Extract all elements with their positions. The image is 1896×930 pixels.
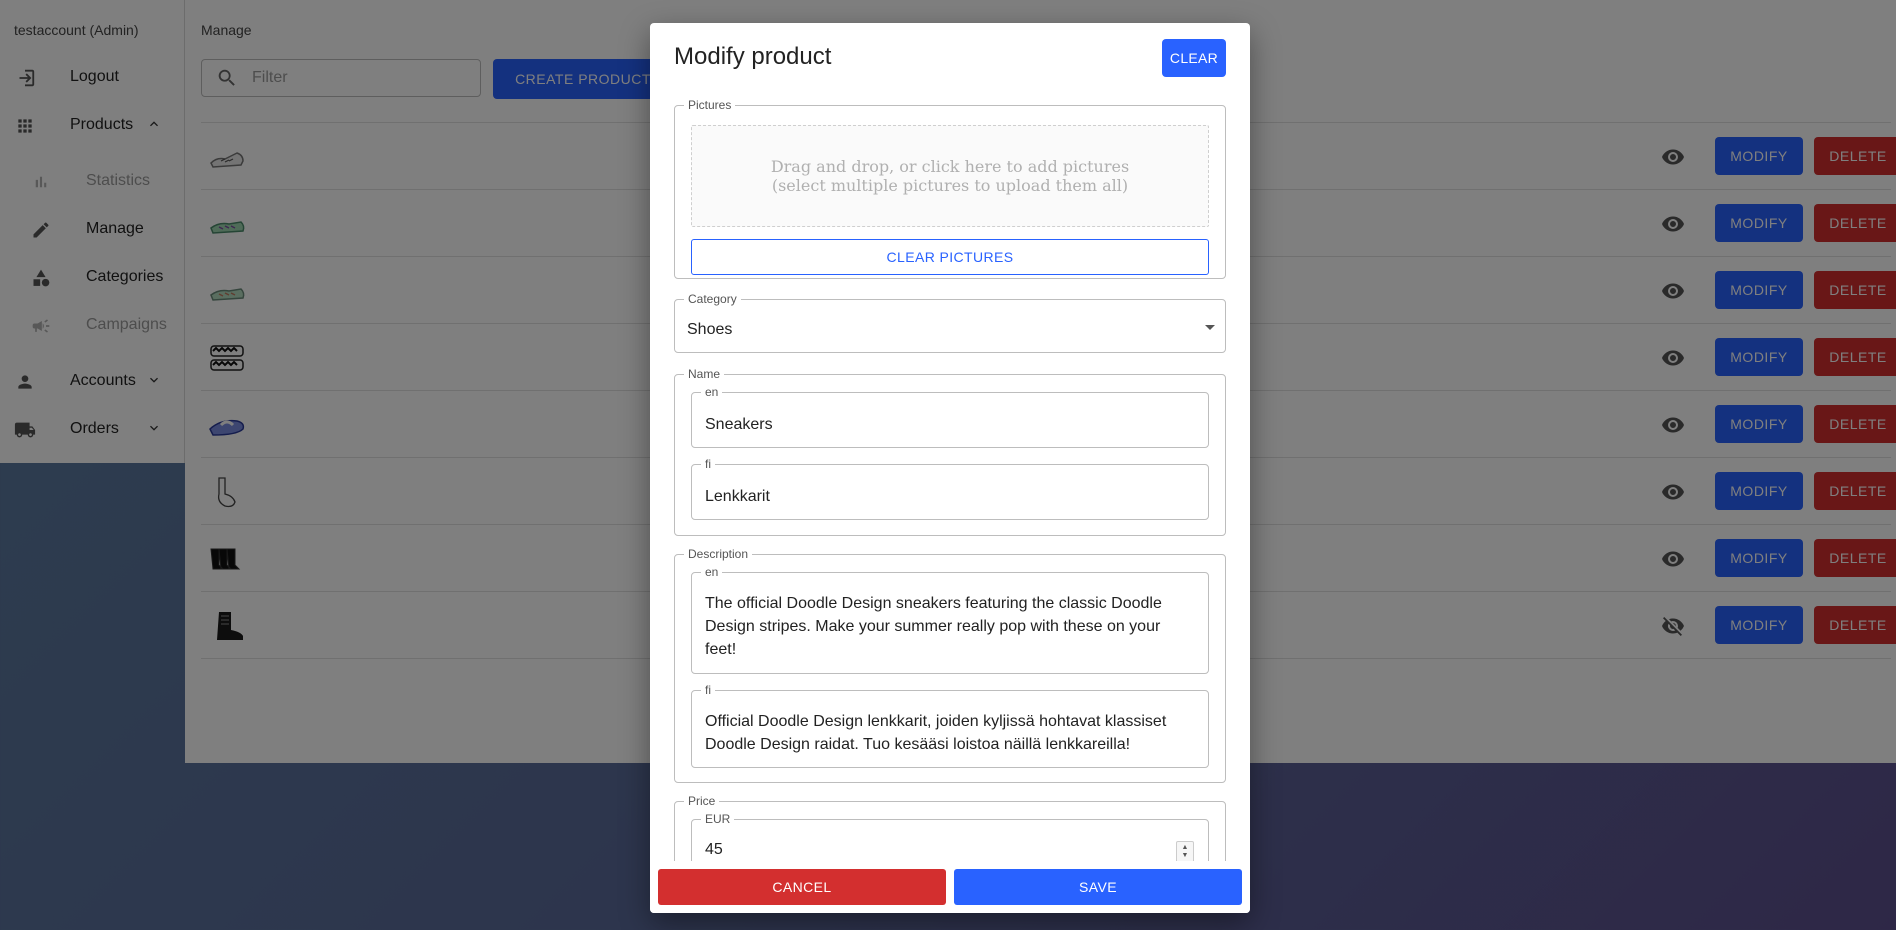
description-fi-label: fi — [705, 683, 711, 697]
dropzone-line1: Drag and drop, or click here to add pict… — [770, 157, 1130, 176]
number-spinner[interactable]: ▲ ▼ — [1176, 841, 1194, 861]
pictures-legend: Pictures — [688, 99, 732, 112]
price-currency-label: EUR — [705, 812, 731, 826]
description-section: Description en The official Doodle Desig… — [674, 548, 1226, 783]
dropdown-arrow-icon — [1205, 325, 1215, 330]
description-en-field[interactable]: en The official Doodle Design sneakers f… — [691, 566, 1209, 674]
description-legend: Description — [688, 547, 749, 561]
save-button[interactable]: SAVE — [954, 869, 1242, 905]
modify-product-dialog: Modify product CLEAR Pictures Drag and d… — [650, 23, 1250, 913]
price-value: 45 — [705, 841, 723, 858]
name-fi-field[interactable]: fi Lenkkarit — [691, 458, 1209, 520]
description-en-value: The official Doodle Design sneakers feat… — [705, 595, 1162, 658]
category-legend: Category — [688, 292, 737, 306]
dialog-scroll-area[interactable]: Pictures Drag and drop, or click here to… — [650, 99, 1250, 861]
price-legend: Price — [688, 794, 716, 808]
dialog-title: Modify product — [674, 43, 832, 70]
description-fi-field[interactable]: fi Official Doodle Design lenkkarit, joi… — [691, 684, 1209, 768]
clear-pictures-button[interactable]: CLEAR PICTURES — [691, 239, 1209, 275]
category-select[interactable]: Category Shoes — [674, 293, 1226, 353]
price-eur-field[interactable]: EUR 45 ▲ ▼ — [691, 813, 1209, 861]
spin-down-icon[interactable]: ▼ — [1182, 852, 1189, 860]
picture-dropzone[interactable]: Drag and drop, or click here to add pict… — [691, 125, 1209, 227]
name-section: Name en Sneakers fi Lenkkarit — [674, 368, 1226, 536]
description-en-label: en — [705, 565, 719, 579]
clear-form-button[interactable]: CLEAR — [1162, 39, 1226, 77]
dialog-footer: CANCEL SAVE — [650, 861, 1250, 913]
name-fi-value: Lenkkarit — [705, 488, 770, 505]
pictures-section: Pictures Drag and drop, or click here to… — [674, 99, 1226, 279]
spin-up-icon[interactable]: ▲ — [1182, 844, 1189, 852]
category-value: Shoes — [687, 321, 733, 338]
description-fi-value: Official Doodle Design lenkkarit, joiden… — [705, 713, 1167, 753]
name-legend: Name — [688, 367, 721, 381]
dropzone-line2: (select multiple pictures to upload them… — [771, 176, 1129, 195]
name-en-label: en — [705, 385, 719, 399]
name-en-field[interactable]: en Sneakers — [691, 386, 1209, 448]
cancel-button[interactable]: CANCEL — [658, 869, 946, 905]
name-fi-label: fi — [705, 457, 711, 471]
price-section: Price EUR 45 ▲ ▼ — [674, 795, 1226, 861]
name-en-value: Sneakers — [705, 416, 773, 433]
